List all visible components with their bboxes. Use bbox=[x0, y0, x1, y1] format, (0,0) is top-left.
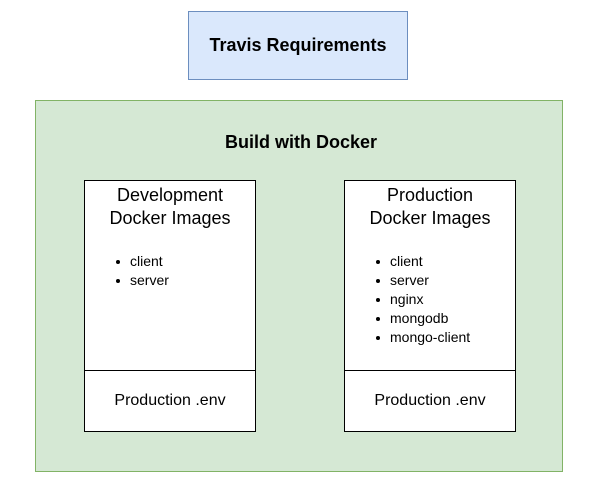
list-item: client bbox=[114, 252, 169, 271]
travis-requirements-box: Travis Requirements bbox=[188, 11, 408, 80]
development-env-section: Production .env bbox=[85, 371, 255, 431]
development-card-title-line2: Docker Images bbox=[109, 208, 231, 228]
list-item: server bbox=[374, 271, 470, 290]
development-image-list: client server bbox=[114, 252, 169, 290]
production-env-section: Production .env bbox=[345, 371, 515, 431]
list-item: mongo-client bbox=[374, 328, 470, 347]
production-card-title-line2: Docker Images bbox=[369, 208, 491, 228]
development-card-title: Development Docker Images bbox=[85, 184, 255, 230]
production-docker-images-card: Production Docker Images client server n… bbox=[344, 180, 516, 432]
list-item: mongodb bbox=[374, 309, 470, 328]
list-item: server bbox=[114, 271, 169, 290]
development-env-label: Production .env bbox=[114, 392, 226, 409]
build-with-docker-title: Build with Docker bbox=[224, 132, 377, 152]
production-env-label: Production .env bbox=[374, 392, 486, 409]
development-docker-images-card: Development Docker Images client server … bbox=[84, 180, 256, 432]
development-card-title-line1: Development bbox=[116, 185, 224, 205]
list-item: nginx bbox=[374, 290, 470, 309]
production-image-list: client server nginx mongodb mongo-client bbox=[374, 252, 470, 347]
list-item: client bbox=[374, 252, 470, 271]
production-card-title-line1: Production bbox=[386, 185, 474, 205]
production-card-title: Production Docker Images bbox=[345, 184, 515, 230]
travis-requirements-label: Travis Requirements bbox=[209, 35, 387, 55]
